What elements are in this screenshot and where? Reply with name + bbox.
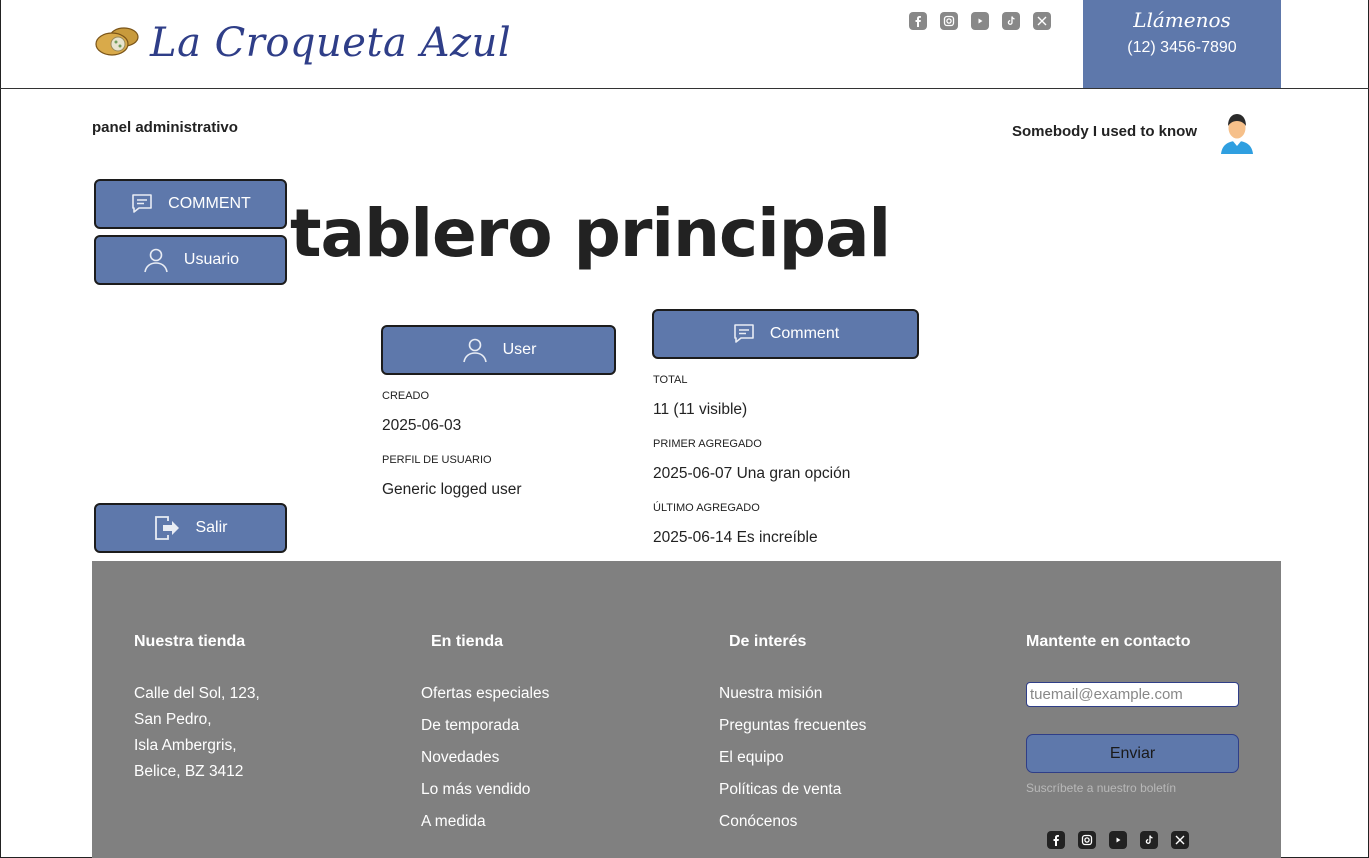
- call-us-box[interactable]: Llámenos (12) 3456-7890: [1083, 0, 1281, 88]
- footer-link-conocenos[interactable]: Conócenos: [719, 813, 797, 831]
- call-us-title: Llámenos: [1133, 8, 1231, 32]
- last-added-value: 2025-06-14 Es increíble: [653, 529, 818, 546]
- newsletter-email-input[interactable]: [1026, 682, 1239, 707]
- sidebar-user-label: Usuario: [183, 251, 240, 268]
- x-icon[interactable]: [1033, 12, 1051, 30]
- profile-value: Generic logged user: [382, 481, 522, 498]
- sidebar-comment-button[interactable]: COMMENT: [94, 179, 287, 229]
- instagram-icon[interactable]: [1078, 831, 1096, 849]
- footer-link-mas-vendido[interactable]: Lo más vendido: [421, 781, 530, 799]
- newsletter-send-button[interactable]: Enviar: [1026, 734, 1239, 773]
- footer-link-a-medida[interactable]: A medida: [421, 813, 486, 831]
- footer-link-ofertas[interactable]: Ofertas especiales: [421, 685, 549, 703]
- profile-label: PERFIL DE USUARIO: [382, 454, 492, 466]
- footer-link-faq[interactable]: Preguntas frecuentes: [719, 717, 866, 735]
- interest-heading: De interés: [729, 633, 807, 650]
- page-title: tablero principal: [290, 195, 891, 272]
- comment-card-button[interactable]: Comment: [652, 309, 919, 359]
- facebook-icon[interactable]: [909, 12, 927, 30]
- site-footer: Nuestra tienda Calle del Sol, 123, San P…: [92, 561, 1281, 858]
- first-added-value: 2025-06-07 Una gran opción: [653, 465, 851, 482]
- store-heading: Nuestra tienda: [134, 633, 246, 650]
- created-value: 2025-06-03: [382, 417, 462, 434]
- sidebar-user-button[interactable]: Usuario: [94, 235, 287, 285]
- footer-link-equipo[interactable]: El equipo: [719, 749, 784, 767]
- footer-link-mision[interactable]: Nuestra misión: [719, 685, 822, 703]
- user-card-button-label: User: [502, 341, 537, 358]
- comment-icon: [734, 324, 754, 343]
- tiktok-icon[interactable]: [1002, 12, 1020, 30]
- facebook-icon[interactable]: [1047, 831, 1065, 849]
- croquette-logo-icon: [95, 27, 139, 56]
- contact-heading: Mantente en contacto: [1026, 633, 1191, 650]
- user-icon: [144, 248, 168, 273]
- logged-user-name: Somebody I used to know: [1012, 123, 1198, 140]
- store-address-line: Belice, BZ 3412: [134, 763, 244, 780]
- shop-heading: En tienda: [431, 633, 504, 650]
- created-label: CREADO: [382, 390, 430, 402]
- logout-label: Salir: [195, 519, 228, 536]
- x-icon[interactable]: [1171, 831, 1189, 849]
- total-value: 11 (11 visible): [653, 401, 748, 418]
- footer-link-temporada[interactable]: De temporada: [421, 717, 519, 735]
- first-added-label: PRIMER AGREGADO: [653, 438, 762, 450]
- phone-number[interactable]: (12) 3456-7890: [1083, 39, 1281, 57]
- last-added-label: ÚLTIMO AGREGADO: [653, 502, 760, 514]
- store-address-line: San Pedro,: [134, 711, 212, 728]
- footer-social-links: [1047, 831, 1189, 849]
- logout-button[interactable]: Salir: [94, 503, 287, 553]
- comment-icon: [132, 194, 152, 213]
- instagram-icon[interactable]: [940, 12, 958, 30]
- comment-card-button-label: Comment: [769, 325, 840, 342]
- user-icon: [462, 338, 487, 363]
- sidebar-comment-label: COMMENT: [168, 195, 251, 212]
- footer-link-politicas[interactable]: Políticas de venta: [719, 781, 841, 799]
- newsletter-note: Suscríbete a nuestro boletín: [1026, 781, 1177, 795]
- total-label: TOTAL: [653, 374, 688, 386]
- store-address-line: Isla Ambergris,: [134, 737, 237, 754]
- logout-icon: [155, 516, 180, 540]
- user-avatar-icon: [1221, 114, 1253, 154]
- user-card-button[interactable]: User: [381, 325, 616, 375]
- tiktok-icon[interactable]: [1140, 831, 1158, 849]
- brand-name[interactable]: La Croqueta Azul: [150, 20, 511, 66]
- store-address-line: Calle del Sol, 123,: [134, 685, 260, 702]
- header-social-links: [909, 12, 1051, 30]
- youtube-icon[interactable]: [971, 12, 989, 30]
- site-header: La Croqueta Azul Llámenos (12) 3456-7890: [0, 0, 1369, 89]
- footer-link-novedades[interactable]: Novedades: [421, 749, 499, 767]
- youtube-icon[interactable]: [1109, 831, 1127, 849]
- panel-label: panel administrativo: [92, 119, 238, 136]
